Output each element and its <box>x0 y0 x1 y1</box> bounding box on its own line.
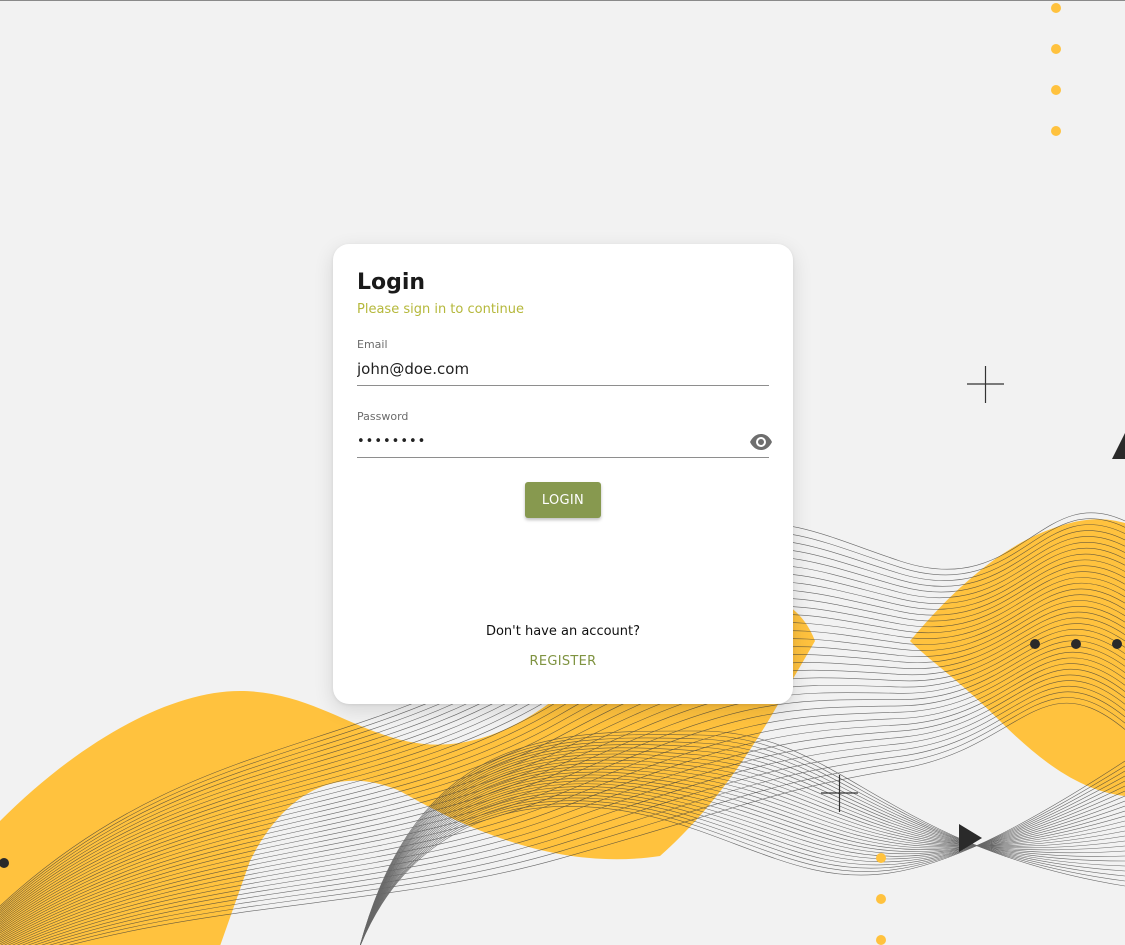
dot <box>1051 44 1061 54</box>
dot <box>1051 85 1061 95</box>
triangle-mark <box>1112 433 1125 459</box>
email-input[interactable] <box>357 358 737 380</box>
dot <box>876 894 886 904</box>
dot <box>1071 639 1081 649</box>
email-field: Email <box>357 338 769 386</box>
register-link[interactable]: REGISTER <box>513 654 613 669</box>
login-subtitle: Please sign in to continue <box>357 302 525 317</box>
email-label: Email <box>357 338 388 351</box>
orange-wave-right <box>910 519 1125 796</box>
login-button[interactable]: LOGIN <box>525 482 601 518</box>
dot <box>876 935 886 945</box>
plus-mark <box>967 366 1004 403</box>
login-card: Login Please sign in to continue Email P… <box>333 244 793 704</box>
password-label: Password <box>357 410 409 423</box>
dot <box>1112 639 1122 649</box>
plus-mark <box>821 775 858 812</box>
dot <box>1030 639 1040 649</box>
dot <box>1051 126 1061 136</box>
dot <box>1051 3 1061 13</box>
no-account-text: Don't have an account? <box>485 624 641 639</box>
password-field: Password <box>357 410 772 458</box>
dot <box>876 853 886 863</box>
password-input[interactable] <box>357 430 737 452</box>
page-title: Login <box>357 270 426 295</box>
mesh-line <box>360 771 1125 945</box>
login-page: Login Please sign in to continue Email P… <box>0 0 1125 945</box>
eye-icon[interactable] <box>749 433 773 451</box>
